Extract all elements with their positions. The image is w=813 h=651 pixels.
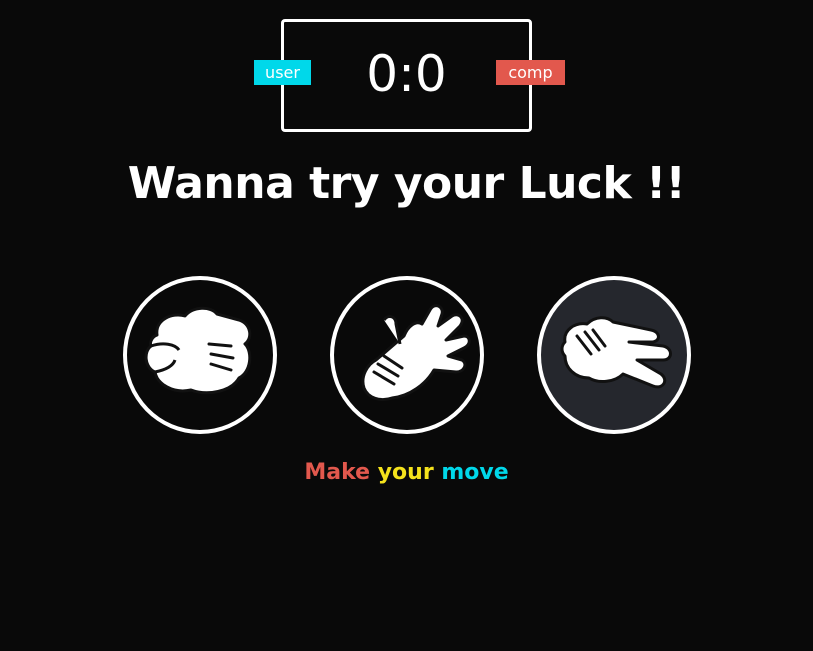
status-message: Make your move (0, 458, 813, 488)
paper-hand-icon (361, 304, 471, 402)
scissors-hand-icon (560, 316, 672, 389)
scoreboard: 0:0 (281, 19, 532, 132)
message-word-make: Make (304, 460, 371, 485)
comp-score-label: comp (496, 60, 565, 85)
user-score-label: user (254, 60, 311, 85)
paper-choice-button[interactable] (330, 276, 484, 434)
message-word-move: move (441, 460, 509, 485)
scissors-choice-button[interactable] (537, 276, 691, 434)
rock-choice-button[interactable] (123, 276, 277, 434)
page-title: Wanna try your Luck !! (127, 158, 686, 209)
score-display: 0:0 (366, 45, 447, 103)
rock-hand-icon (144, 306, 252, 395)
message-word-your: your (377, 460, 434, 485)
